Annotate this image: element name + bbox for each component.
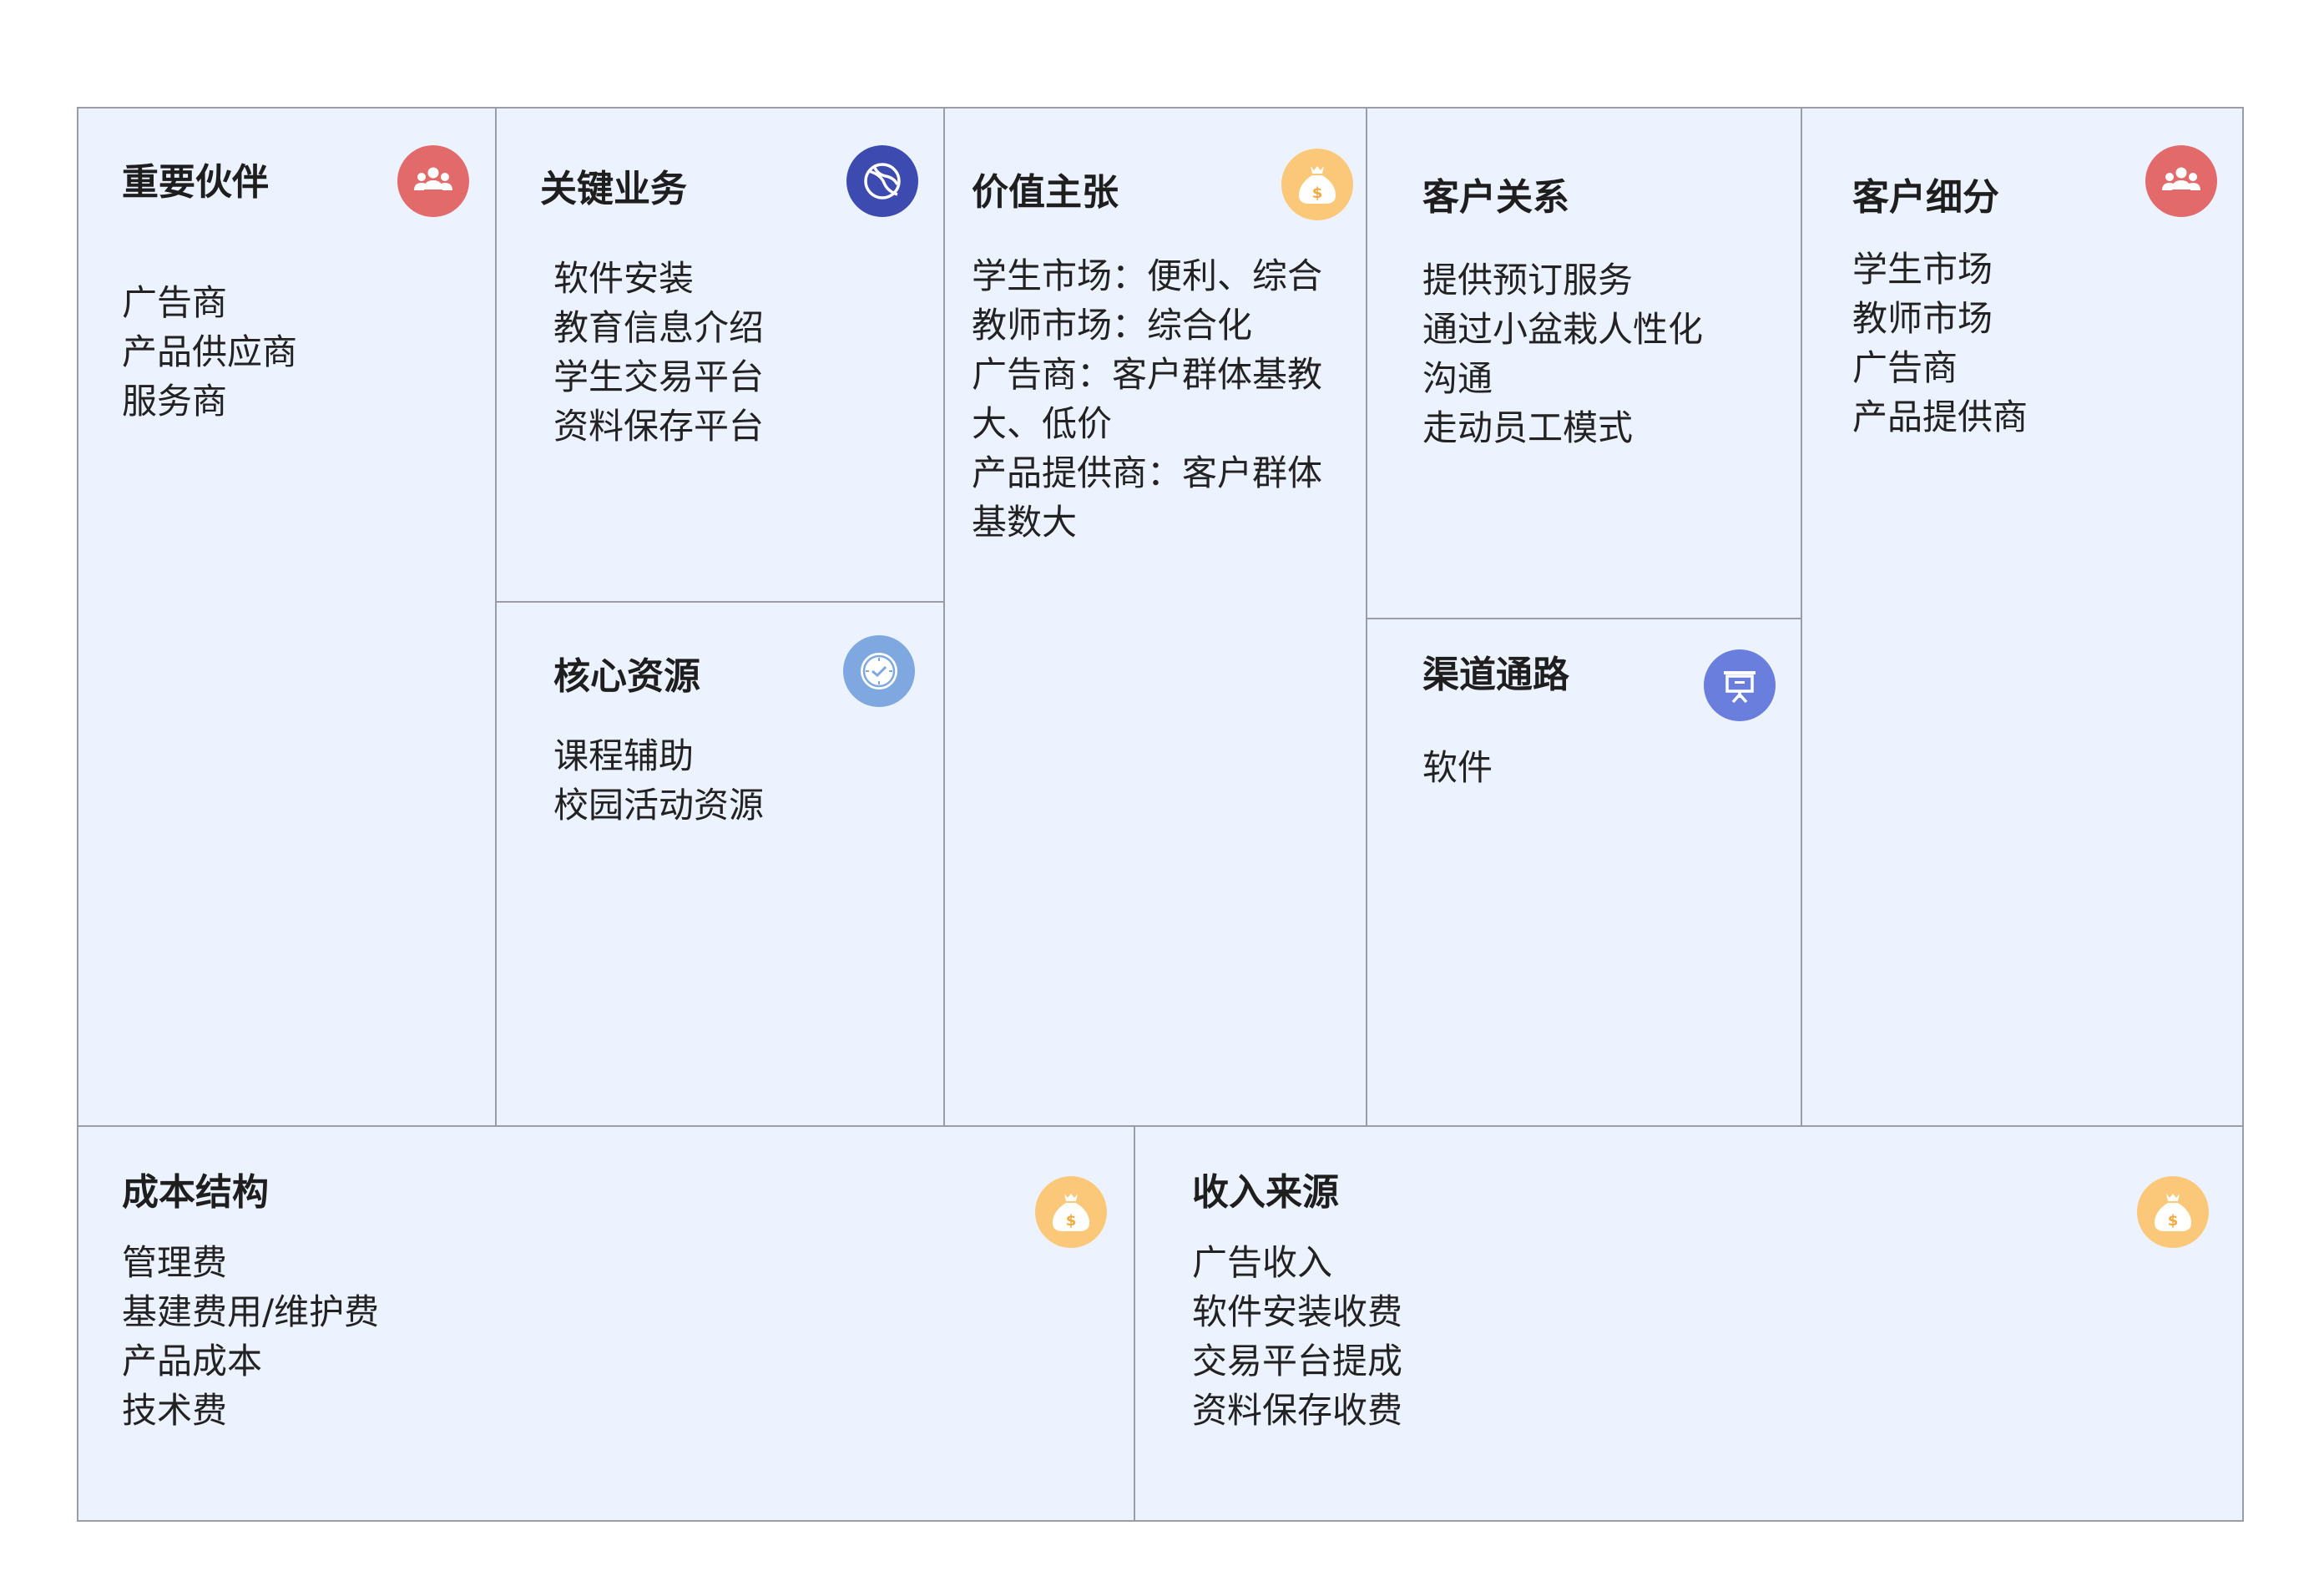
money-bag-icon xyxy=(2137,1176,2209,1248)
list-item: 学生市场：便利、综合 xyxy=(972,255,1323,296)
list-item: 广告商：客户群体基教大、低价 xyxy=(972,354,1323,444)
cost-structure-block: 成本结构 管理费 基建费用/维护费 产品成本 技术费 xyxy=(77,1125,1135,1522)
key-partners-list: 广告商 产品供应商 服务商 xyxy=(122,278,297,426)
customer-segments-title: 客户细分 xyxy=(1852,176,1999,219)
list-item: 教师市场：综合化 xyxy=(972,305,1253,346)
list-item: 软件安装 xyxy=(553,258,695,299)
key-partners-title: 重要伙伴 xyxy=(122,161,269,204)
business-model-canvas: 重要伙伴 广告商 产品供应商 服务商 关键业务 软件安装 教育信息介绍 学生交易… xyxy=(0,0,2324,1581)
list-item: 基建费用/维护费 xyxy=(122,1291,380,1332)
cost-structure-list: 管理费 基建费用/维护费 产品成本 技术费 xyxy=(122,1238,379,1435)
list-item: 提供预订服务 xyxy=(1422,260,1634,301)
ball-icon xyxy=(846,145,918,217)
list-item: 服务商 xyxy=(122,381,228,422)
key-resources-title: 核心资源 xyxy=(553,655,700,698)
key-activities-block: 关键业务 软件安装 教育信息介绍 学生交易平台 资料保存平台 xyxy=(495,107,945,603)
list-item: 资料保存收费 xyxy=(1192,1390,1403,1431)
value-propositions-list: 学生市场：便利、综合 教师市场：综合化 广告商：客户群体基教大、低价 产品提供商… xyxy=(972,251,1339,547)
customer-segments-block: 客户细分 学生市场 教师市场 广告商 产品提供商 xyxy=(1801,107,2244,1127)
channels-list: 软件 xyxy=(1422,743,1493,792)
clock-icon xyxy=(843,635,915,707)
money-bag-icon xyxy=(1281,149,1353,220)
revenue-streams-list: 广告收入 软件安装收费 交易平台提成 资料保存收费 xyxy=(1192,1238,1402,1435)
value-propositions-block: 价值主张 学生市场：便利、综合 教师市场：综合化 广告商：客户群体基教大、低价 … xyxy=(943,107,1367,1127)
list-item: 软件 xyxy=(1422,747,1493,788)
customer-segments-list: 学生市场 教师市场 广告商 产品提供商 xyxy=(1852,245,2028,442)
list-item: 学生市场 xyxy=(1852,249,1993,290)
list-item: 通过小盆栽人性化沟通 xyxy=(1422,309,1704,399)
revenue-streams-title: 收入来源 xyxy=(1192,1171,1339,1214)
list-item: 走动员工模式 xyxy=(1422,407,1634,448)
key-activities-title: 关键业务 xyxy=(540,168,687,210)
list-item: 教育信息介绍 xyxy=(553,307,765,348)
list-item: 产品供应商 xyxy=(122,331,298,372)
customer-relationships-block: 客户关系 提供预订服务 通过小盆栽人性化沟通 走动员工模式 xyxy=(1366,107,1802,619)
value-propositions-title: 价值主张 xyxy=(972,171,1119,214)
list-item: 教师市场 xyxy=(1852,298,1993,339)
revenue-streams-block: 收入来源 广告收入 软件安装收费 交易平台提成 资料保存收费 xyxy=(1134,1125,2244,1522)
customer-relationships-title: 客户关系 xyxy=(1422,176,1569,219)
key-resources-list: 课程辅助 校园活动资源 xyxy=(553,731,764,830)
customer-relationships-list: 提供预订服务 通过小盆栽人性化沟通 走动员工模式 xyxy=(1422,255,1723,452)
presentation-board-icon xyxy=(1704,649,1776,721)
channels-block: 渠道通路 软件 xyxy=(1366,618,1802,1127)
list-item: 交易平台提成 xyxy=(1192,1341,1403,1381)
list-item: 资料保存平台 xyxy=(553,406,765,447)
people-icon xyxy=(397,145,469,217)
list-item: 校园活动资源 xyxy=(553,785,765,826)
list-item: 课程辅助 xyxy=(553,735,695,776)
list-item: 广告商 xyxy=(1852,347,1958,388)
list-item: 学生交易平台 xyxy=(553,356,765,397)
list-item: 产品提供商 xyxy=(1852,397,2028,437)
list-item: 技术费 xyxy=(122,1390,228,1431)
list-item: 广告商 xyxy=(122,282,228,323)
list-item: 产品成本 xyxy=(122,1341,263,1381)
key-activities-list: 软件安装 教育信息介绍 学生交易平台 资料保存平台 xyxy=(553,254,764,451)
cost-structure-title: 成本结构 xyxy=(122,1171,269,1214)
people-icon xyxy=(2145,145,2217,217)
channels-title: 渠道通路 xyxy=(1422,654,1569,696)
list-item: 产品提供商：客户群体基数大 xyxy=(972,452,1323,543)
list-item: 广告收入 xyxy=(1192,1242,1333,1283)
list-item: 管理费 xyxy=(122,1242,228,1283)
key-resources-block: 核心资源 课程辅助 校园活动资源 xyxy=(495,601,945,1127)
list-item: 软件安装收费 xyxy=(1192,1291,1403,1332)
key-partners-block: 重要伙伴 广告商 产品供应商 服务商 xyxy=(77,107,497,1127)
money-bag-icon xyxy=(1035,1176,1107,1248)
